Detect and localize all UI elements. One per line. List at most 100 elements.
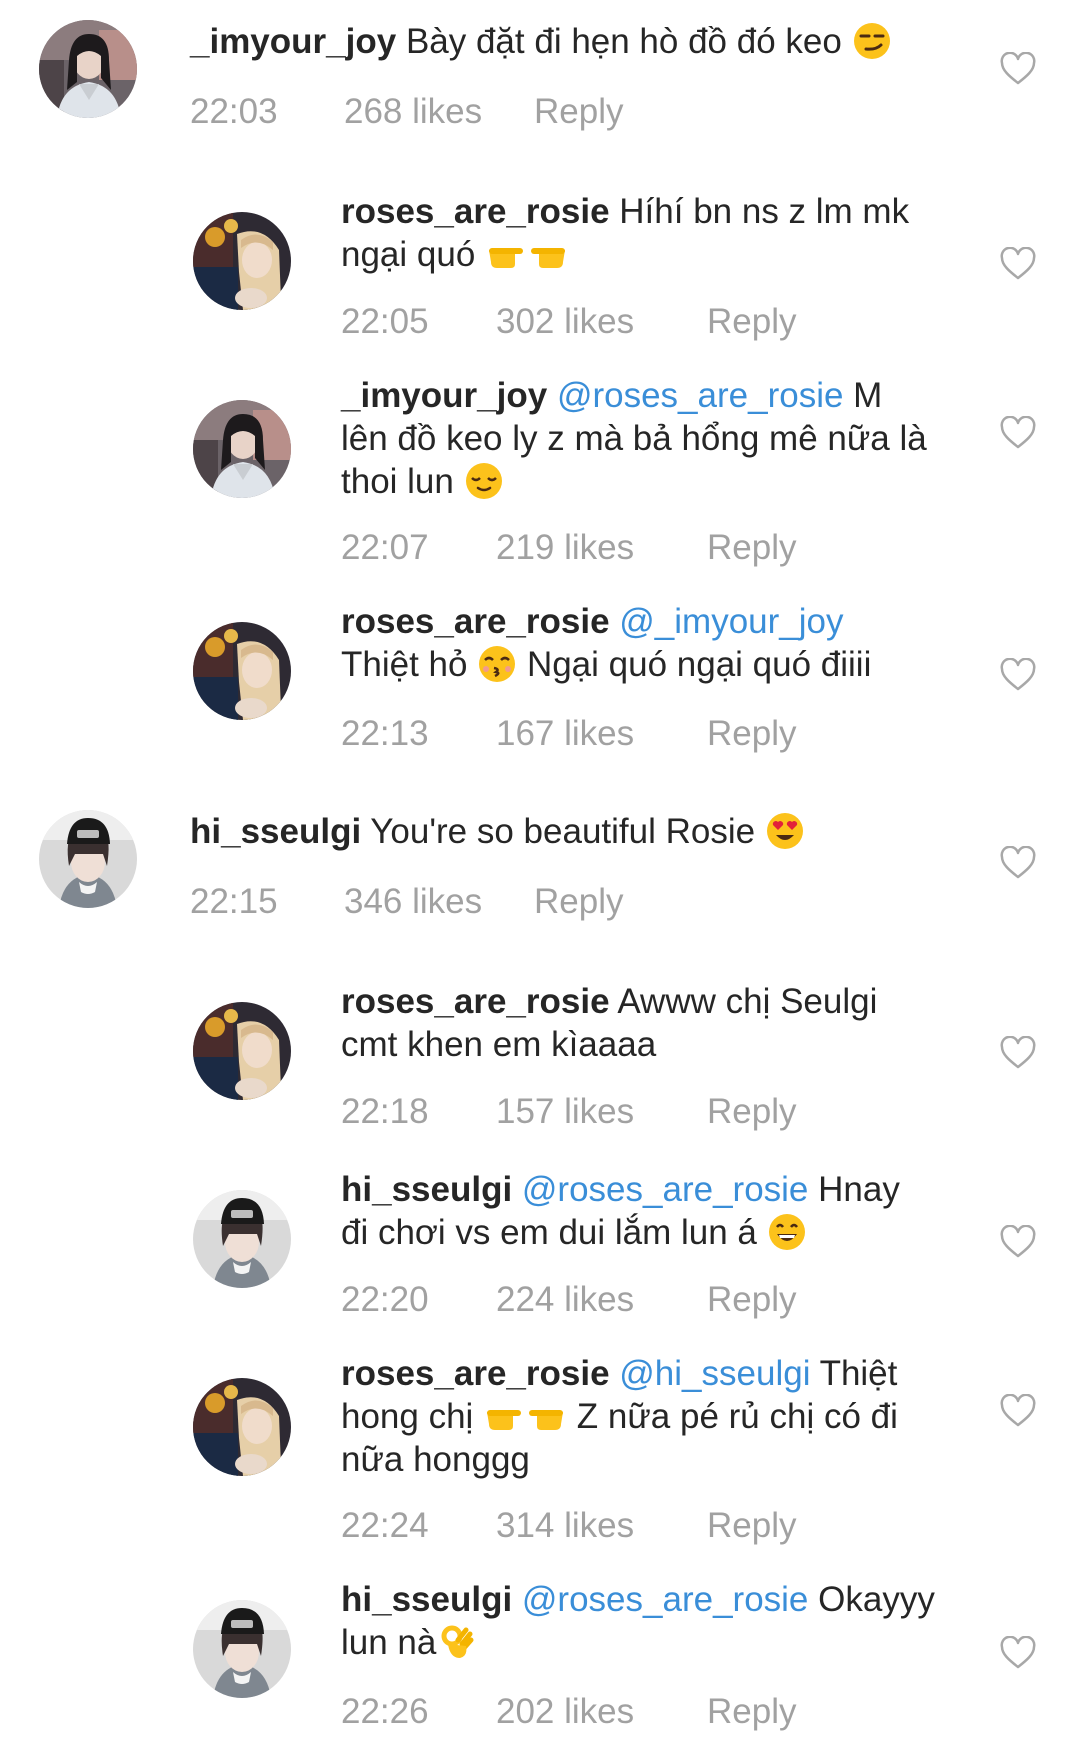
comment-body-line-3: nữa honggg <box>341 1440 530 1479</box>
likes-count[interactable]: 219 likes <box>496 528 634 568</box>
username[interactable]: hi_sseulgi <box>190 812 361 851</box>
avatar[interactable] <box>193 212 291 310</box>
likes-count[interactable]: 314 likes <box>496 1506 634 1546</box>
comment-body: Okayyy <box>818 1580 935 1619</box>
comment-text: roses_are_rosie @_imyour_joy Thiệt hỏ Ng… <box>341 600 981 686</box>
avatar-rosie-image <box>193 1002 291 1100</box>
timestamp: 22:18 <box>341 1092 429 1131</box>
comment-text: _imyour_joy @roses_are_rosie M lên đồ ke… <box>341 374 981 503</box>
avatar-rosie-image <box>193 212 291 310</box>
likes-count[interactable]: 268 likes <box>344 92 482 132</box>
username[interactable]: hi_sseulgi <box>341 1170 512 1209</box>
comment-body-line-2: hong chị <box>341 1397 474 1436</box>
comment-body-line-2: đi chơi vs em dui lắm lun á <box>341 1213 757 1252</box>
pointing-fingers-emoji-icon <box>485 234 569 274</box>
comment-body-line-3: thoi lun <box>341 462 454 501</box>
likes-count[interactable]: 167 likes <box>496 714 634 754</box>
likes-count[interactable]: 302 likes <box>496 302 634 342</box>
username[interactable]: hi_sseulgi <box>341 1580 512 1619</box>
like-heart-icon[interactable] <box>999 846 1037 880</box>
mention-link[interactable]: @roses_are_rosie <box>522 1580 809 1619</box>
username[interactable]: roses_are_rosie <box>341 192 610 231</box>
reply-button[interactable]: Reply <box>707 302 796 342</box>
comment-body: Hnay <box>818 1170 900 1209</box>
comment-text: hi_sseulgi @roses_are_rosie Okayyy lun n… <box>341 1578 981 1664</box>
comment-body: Awww chị Seulgi <box>617 982 878 1021</box>
comment-body-line-2: lên đồ keo ly z mà bả hổng mê nữa là <box>341 419 927 458</box>
like-heart-icon[interactable] <box>999 52 1037 86</box>
comment-body: M <box>853 376 883 415</box>
kissing-emoji-icon <box>477 644 517 684</box>
username[interactable]: _imyour_joy <box>341 376 547 415</box>
likes-count[interactable]: 224 likes <box>496 1280 634 1320</box>
mention-link[interactable]: @_imyour_joy <box>619 602 843 641</box>
likes-count[interactable]: 202 likes <box>496 1692 634 1732</box>
timestamp: 22:05 <box>341 302 429 341</box>
avatar-seulgi-image <box>193 1190 291 1288</box>
smirk-emoji-icon <box>852 21 892 61</box>
comment-text: roses_are_rosie @hi_sseulgi Thiệt hong c… <box>341 1352 981 1481</box>
pointing-fingers-emoji-icon <box>483 1396 567 1436</box>
username[interactable]: _imyour_joy <box>190 22 396 61</box>
comment-body-line-2-cont: Z nữa pé rủ chị có đi <box>576 1397 898 1436</box>
avatar[interactable] <box>39 20 137 118</box>
timestamp: 22:15 <box>190 882 278 921</box>
comment-text: roses_are_rosie Awww chị Seulgi cmt khen… <box>341 980 981 1066</box>
comment-text: _imyour_joy Bày đặt đi hẹn hò đồ đó keo <box>190 20 990 63</box>
reply-button[interactable]: Reply <box>707 1092 796 1132</box>
like-heart-icon[interactable] <box>999 1636 1037 1670</box>
reply-button[interactable]: Reply <box>707 528 796 568</box>
like-heart-icon[interactable] <box>999 1394 1037 1428</box>
comment-body: Bày đặt đi hẹn hò đồ đó keo <box>405 22 842 61</box>
reply-button[interactable]: Reply <box>707 1280 796 1320</box>
comment-body: Thiệt <box>819 1354 898 1393</box>
grinning-emoji-icon <box>767 1212 807 1252</box>
likes-count[interactable]: 346 likes <box>344 882 482 922</box>
timestamp: 22:20 <box>341 1280 429 1319</box>
comment-body-line-2: ngại quó <box>341 235 476 274</box>
avatar-seulgi-image <box>193 1600 291 1698</box>
relieved-emoji-icon <box>464 461 504 501</box>
comment-body: Híhí bn ns z lm mk <box>619 192 910 231</box>
comment-body: You're so beautiful Rosie <box>370 812 756 851</box>
avatar-rosie-image <box>193 1378 291 1476</box>
timestamp: 22:03 <box>190 92 278 131</box>
timestamp: 22:26 <box>341 1692 429 1731</box>
timestamp: 22:07 <box>341 528 429 567</box>
like-heart-icon[interactable] <box>999 658 1037 692</box>
username[interactable]: roses_are_rosie <box>341 1354 610 1393</box>
reply-button[interactable]: Reply <box>707 714 796 754</box>
heart-eyes-emoji-icon <box>765 811 805 851</box>
reply-button[interactable]: Reply <box>707 1692 796 1732</box>
like-heart-icon[interactable] <box>999 416 1037 450</box>
avatar-joy-image <box>193 400 291 498</box>
ok-hand-emoji-icon <box>436 1622 476 1662</box>
mention-link[interactable]: @roses_are_rosie <box>557 376 844 415</box>
mention-link[interactable]: @roses_are_rosie <box>522 1170 809 1209</box>
comment-body-line-2-cont: Ngại quó ngại quó điiii <box>526 645 872 684</box>
comment-body-line-2: cmt khen em kìaaaa <box>341 1025 657 1064</box>
username[interactable]: roses_are_rosie <box>341 602 610 641</box>
reply-button[interactable]: Reply <box>534 882 623 922</box>
username[interactable]: roses_are_rosie <box>341 982 610 1021</box>
like-heart-icon[interactable] <box>999 247 1037 281</box>
likes-count[interactable]: 157 likes <box>496 1092 634 1132</box>
comment-body-line-2: lun nà <box>341 1623 437 1662</box>
avatar[interactable] <box>193 1002 291 1100</box>
comment-text: hi_sseulgi @roses_are_rosie Hnay đi chơi… <box>341 1168 981 1254</box>
avatar-joy-image <box>39 20 137 118</box>
reply-button[interactable]: Reply <box>534 92 623 132</box>
avatar[interactable] <box>39 810 137 908</box>
timestamp: 22:13 <box>341 714 429 753</box>
avatar[interactable] <box>193 1378 291 1476</box>
mention-link[interactable]: @hi_sseulgi <box>619 1354 810 1393</box>
like-heart-icon[interactable] <box>999 1036 1037 1070</box>
avatar[interactable] <box>193 622 291 720</box>
avatar[interactable] <box>193 1190 291 1288</box>
avatar-rosie-image <box>193 622 291 720</box>
avatar-seulgi-image <box>39 810 137 908</box>
avatar[interactable] <box>193 1600 291 1698</box>
avatar[interactable] <box>193 400 291 498</box>
like-heart-icon[interactable] <box>999 1225 1037 1259</box>
reply-button[interactable]: Reply <box>707 1506 796 1546</box>
